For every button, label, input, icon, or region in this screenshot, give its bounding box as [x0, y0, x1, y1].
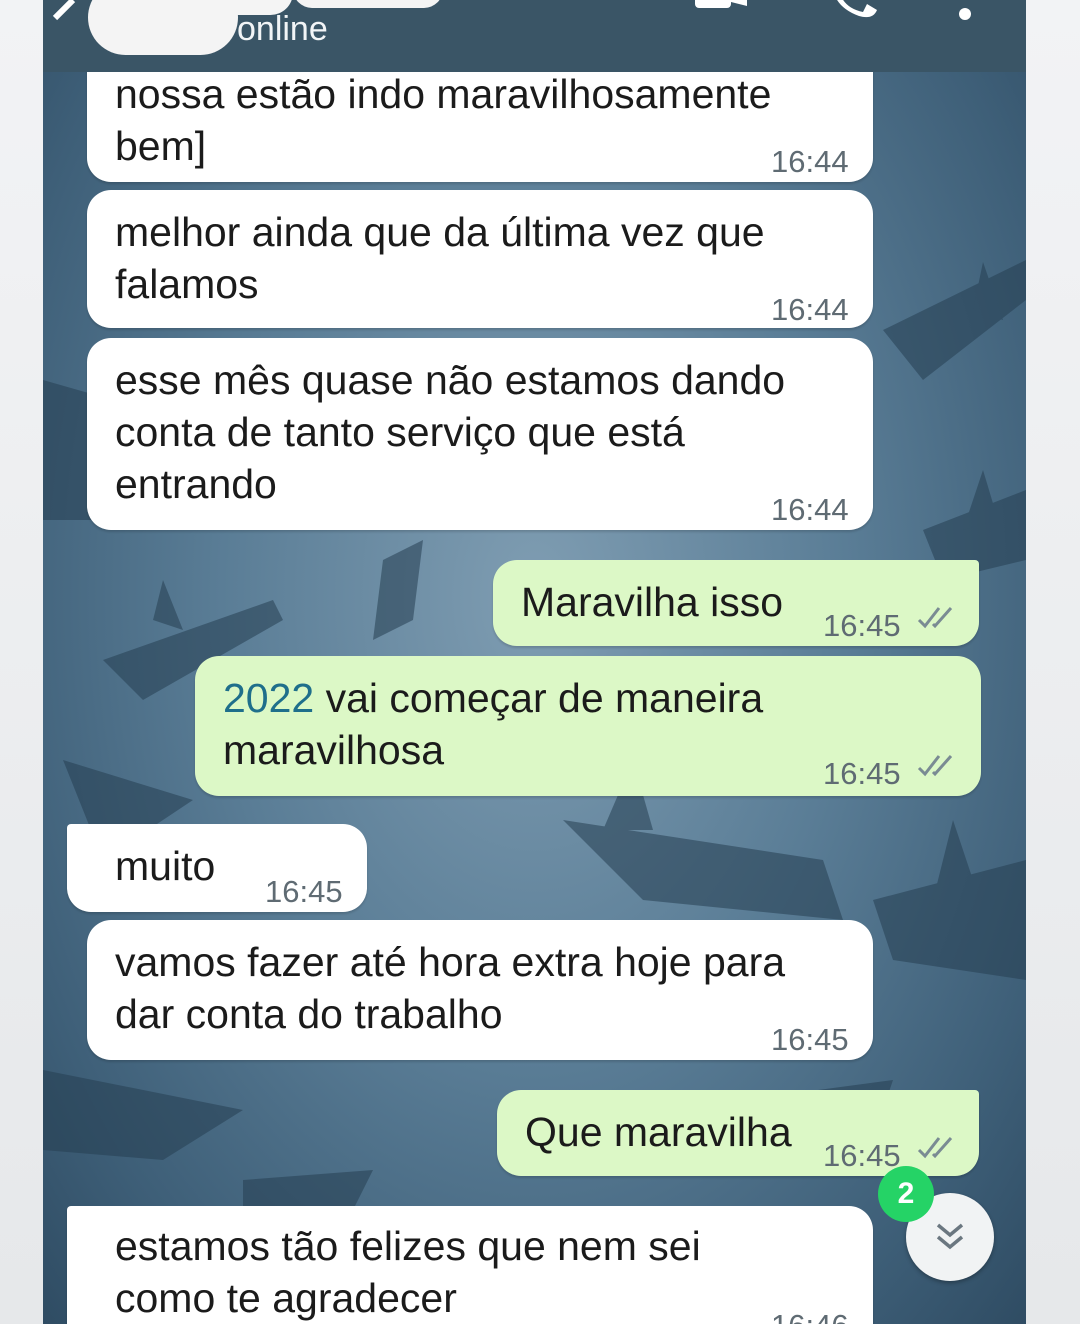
double-check-icon — [917, 607, 953, 629]
message-text: muito — [115, 843, 216, 889]
message-time: 16:44 — [771, 292, 849, 327]
message-text: estamos tão felizes que nem sei como te … — [115, 1223, 701, 1321]
message-time: 16:45 — [823, 608, 901, 643]
message-text: vamos fazer até hora extra hoje para dar… — [115, 939, 786, 1037]
contact-name-redacted-2[interactable] — [293, 0, 443, 8]
message-time: 16:45 — [823, 756, 901, 791]
contact-status: online — [237, 10, 328, 48]
message-text: Que maravilha — [525, 1109, 792, 1155]
unread-count-badge: 2 — [878, 1166, 934, 1222]
chat-screen: online nossa estão indo maravilhosamente… — [43, 0, 1026, 1324]
message-time: 16:44 — [771, 144, 849, 179]
message-incoming[interactable]: esse mês quase não estamos dando conta d… — [87, 338, 873, 530]
message-outgoing[interactable]: 2022 vai começar de maneira maravilhosa … — [195, 656, 981, 796]
double-check-icon — [917, 755, 953, 777]
message-text: Maravilha isso — [521, 579, 784, 625]
message-text: 2022 vai começar de maneira maravilhosa — [223, 675, 764, 773]
message-text: nossa estão indo maravilhosamente bem] — [115, 71, 772, 169]
back-arrow-icon[interactable] — [43, 0, 83, 30]
message-incoming[interactable]: estamos tão felizes que nem sei como te … — [67, 1206, 873, 1324]
message-text: melhor ainda que da última vez que falam… — [115, 209, 765, 307]
video-call-icon[interactable] — [691, 0, 751, 18]
message-outgoing[interactable]: Maravilha isso 16:45 — [493, 560, 979, 646]
message-incoming[interactable]: muito 16:45 — [67, 824, 367, 912]
message-time: 16:45 — [771, 1022, 849, 1057]
message-time: 16:45 — [265, 874, 343, 909]
message-time: 16:46 — [771, 1300, 849, 1324]
double-check-icon — [917, 1137, 953, 1159]
year-link[interactable]: 2022 — [223, 675, 314, 721]
more-options-icon[interactable] — [955, 0, 975, 22]
message-outgoing[interactable]: Que maravilha 16:45 — [497, 1090, 979, 1176]
phone-call-icon[interactable] — [833, 0, 883, 20]
message-incoming[interactable]: melhor ainda que da última vez que falam… — [87, 190, 873, 328]
message-time: 16:44 — [771, 492, 849, 527]
double-chevron-down-icon — [936, 1223, 964, 1250]
message-text: esse mês quase não estamos dando conta d… — [115, 357, 786, 507]
message-incoming[interactable]: vamos fazer até hora extra hoje para dar… — [87, 920, 873, 1060]
chat-header: online — [43, 0, 1026, 72]
